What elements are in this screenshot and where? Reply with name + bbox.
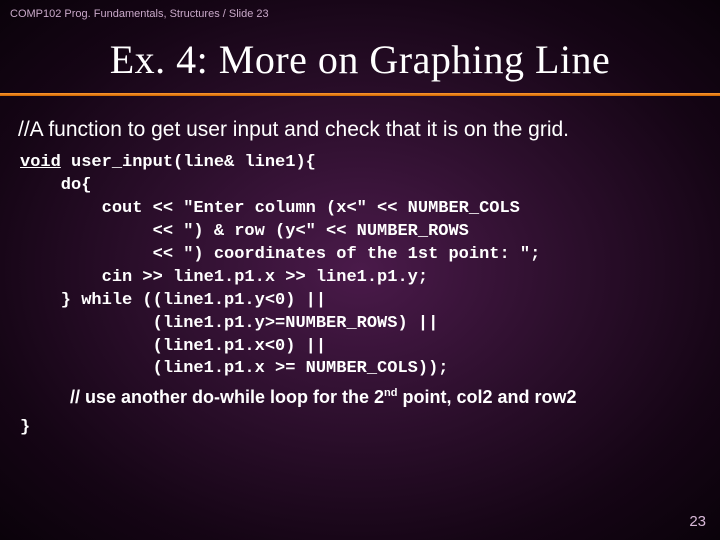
code-block: void user_input(line& line1){ do{ cout <… [0,152,720,381]
code-line-6: cin >> line1.p1.x >> line1.p1.y; [20,268,428,287]
title-underline [0,93,720,96]
code-line-8: (line1.p1.y>=NUMBER_ROWS) || [20,314,438,333]
code-line-9: (line1.p1.x<0) || [20,337,326,356]
inline-note: // use another do-while loop for the 2nd… [0,381,720,408]
code-line-4: << ") & row (y<" << NUMBER_ROWS [20,222,469,241]
code-line-3: cout << "Enter column (x<" << NUMBER_COL… [20,199,520,218]
keyword-void: void [20,153,61,172]
page-number: 23 [689,513,706,530]
code-line-10: (line1.p1.x >= NUMBER_COLS)); [20,359,448,378]
code-line-2: do{ [20,176,91,195]
code-close-brace: } [0,408,720,437]
code-line-7: } while ((line1.p1.y<0) || [20,291,326,310]
note-prefix: // use another do-while loop for the 2 [70,387,384,407]
intro-comment: //A function to get user input and check… [0,118,720,152]
slide-title: Ex. 4: More on Graphing Line [0,24,720,93]
note-sup: nd [384,387,397,399]
note-mid: point, col2 and row2 [397,387,576,407]
code-line-1: user_input(line& line1){ [61,153,316,172]
slide-header: COMP102 Prog. Fundamentals, Structures /… [0,0,720,24]
code-line-5: << ") coordinates of the 1st point: "; [20,245,540,264]
